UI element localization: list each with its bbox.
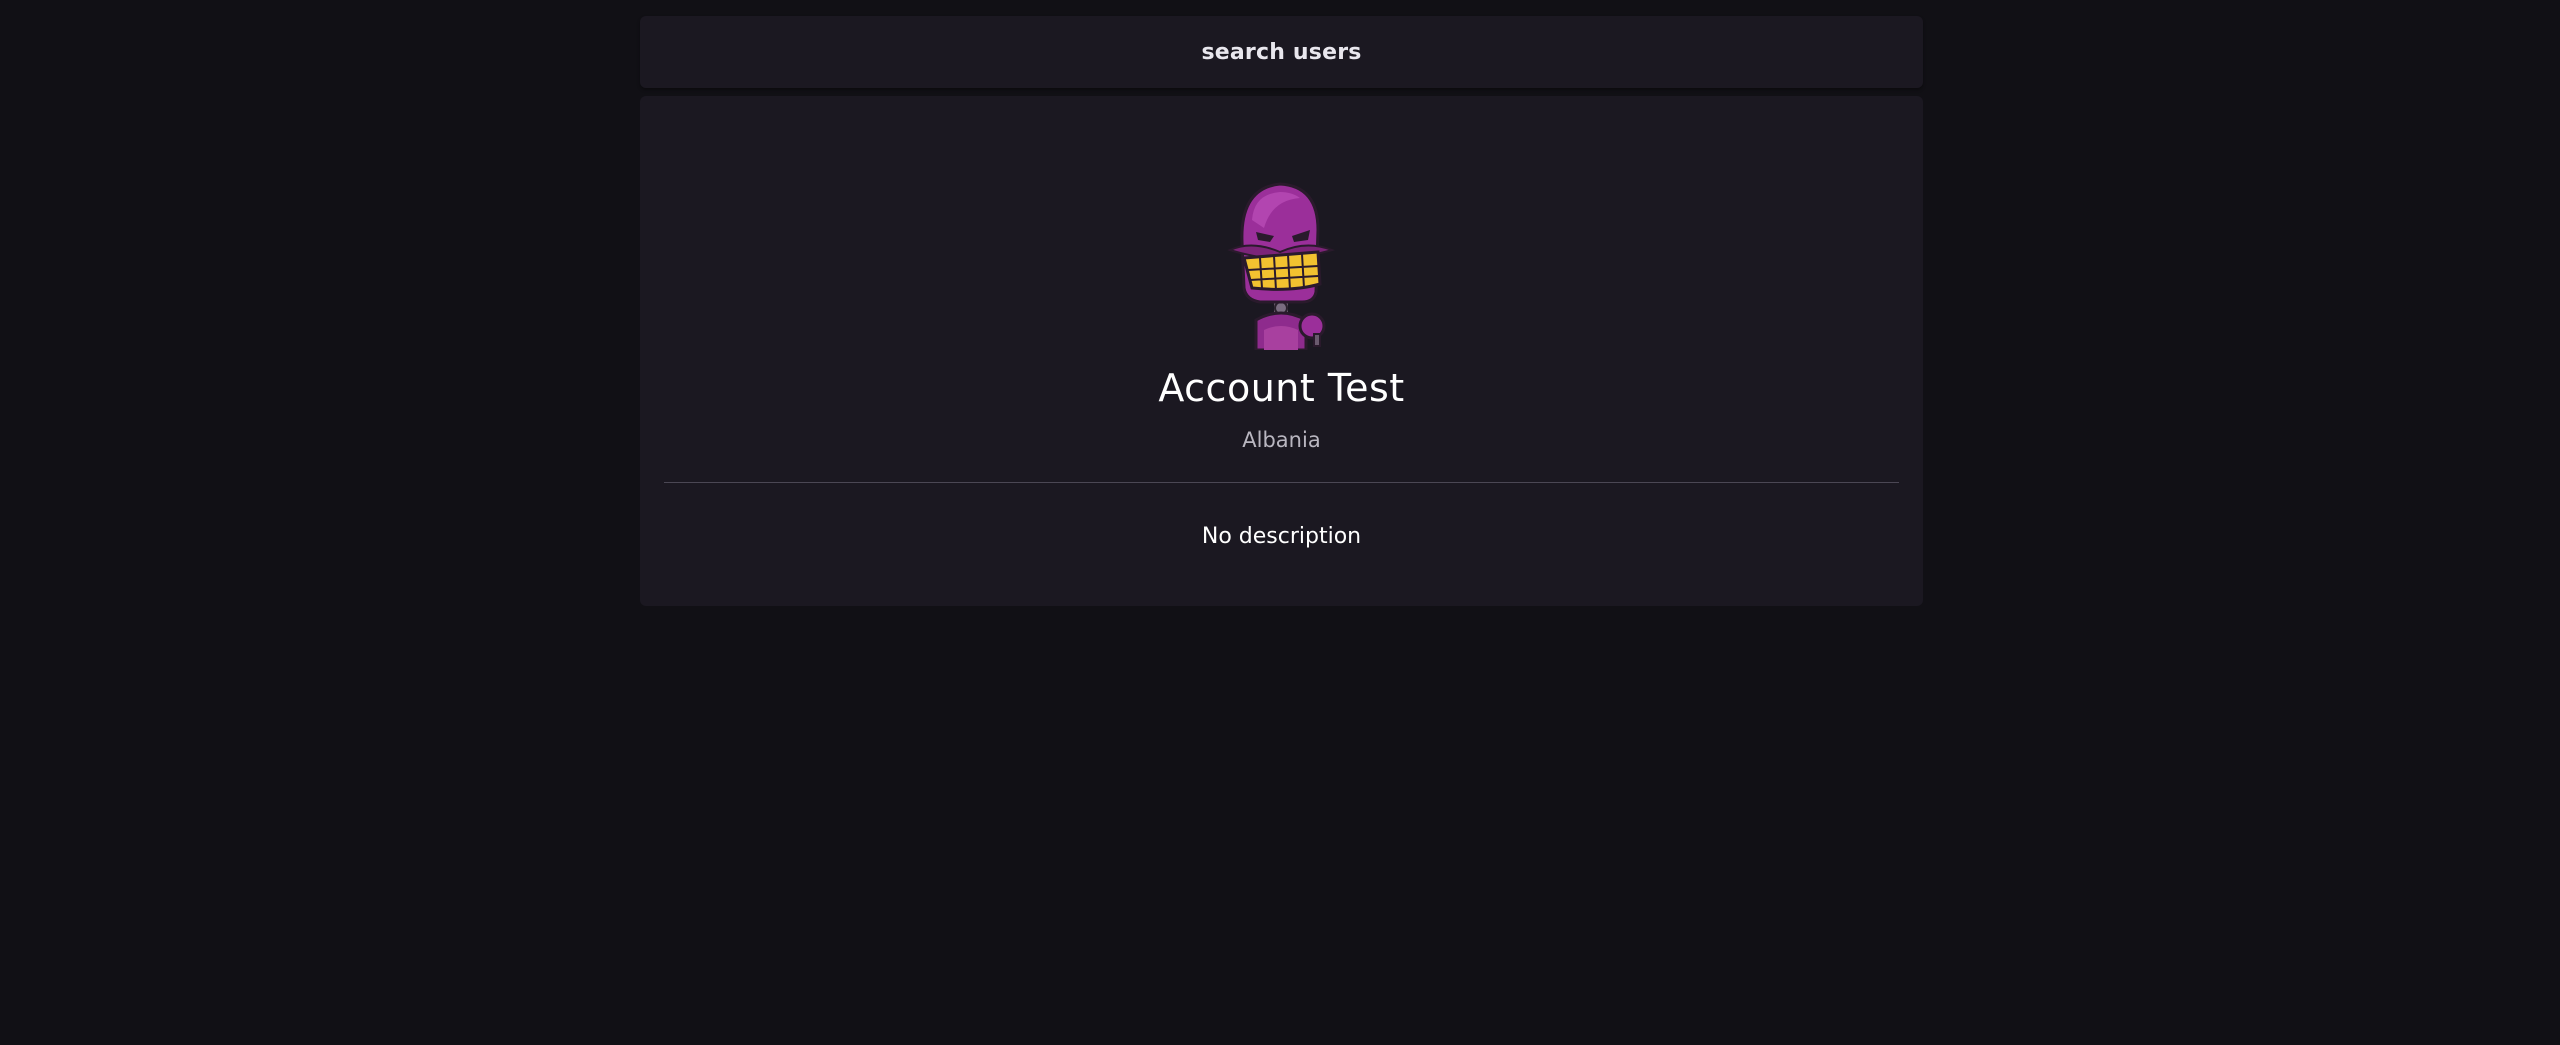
user-name: Account Test (1158, 366, 1405, 410)
user-country: Albania (1242, 428, 1321, 452)
user-description: No description (1201, 524, 1362, 549)
robot-avatar-icon (1222, 180, 1340, 352)
divider (664, 482, 1899, 483)
search-users-button[interactable]: search users (640, 16, 1923, 88)
profile-card: Account Test Albania No description (640, 96, 1923, 606)
page-container: search users Account Test Albania No des… (640, 16, 1923, 606)
search-users-label: search users (1201, 39, 1362, 65)
